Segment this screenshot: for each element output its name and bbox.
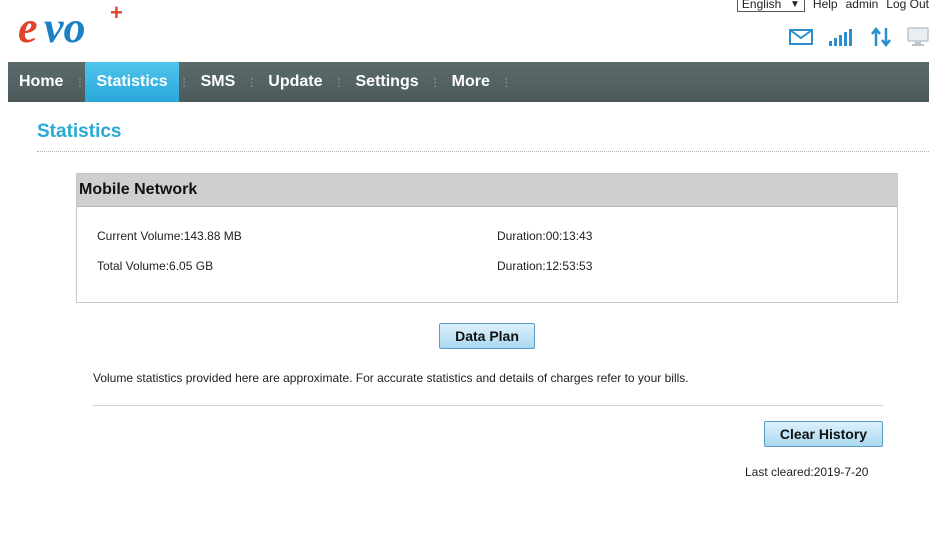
current-duration: Duration:00:13:43 [497,229,593,243]
last-cleared: Last cleared:2019-7-20 [745,465,869,479]
mobile-network-panel: Mobile Network Current Volume:143.88 MB … [76,173,898,303]
computer-icon [907,27,929,47]
page-title: Statistics [37,121,122,142]
admin-link[interactable]: admin [846,0,879,11]
nav-separator: ⋮ [246,76,258,89]
main-nav: Home ⋮ Statistics ⋮ SMS ⋮ Update ⋮ Setti… [8,62,929,102]
top-links: English ▼ Help admin Log Out [736,0,929,12]
nav-update[interactable]: Update [257,62,333,102]
mail-icon[interactable] [789,29,813,45]
language-value: English [741,0,782,11]
evo-logo: e vo + [18,0,138,52]
clear-history-button[interactable]: Clear History [764,421,883,447]
nav-statistics[interactable]: Statistics [85,62,179,102]
data-transfer-icon [871,27,891,47]
chevron-down-icon: ▼ [790,0,800,10]
logout-link[interactable]: Log Out [886,0,929,11]
nav-separator: ⋮ [429,76,441,89]
nav-separator: ⋮ [500,76,512,89]
panel-body: Current Volume:143.88 MB Duration:00:13:… [77,207,897,302]
logo-plus: + [110,2,123,25]
nav-separator: ⋮ [333,76,345,89]
language-select[interactable]: English ▼ [736,0,805,12]
nav-separator: ⋮ [74,76,86,89]
logo-e: e [18,3,38,52]
status-icons [789,24,929,50]
total-volume: Total Volume:6.05 GB [97,259,214,273]
nav-more[interactable]: More [441,62,501,102]
total-duration: Duration:12:53:53 [497,259,593,273]
volume-note: Volume statistics provided here are appr… [93,371,689,385]
nav-home[interactable]: Home [8,62,74,102]
title-divider [37,151,929,152]
signal-strength-icon [829,28,855,46]
panel-title: Mobile Network [77,174,897,207]
logo-vo: vo [44,3,86,52]
help-link[interactable]: Help [813,0,838,11]
nav-separator: ⋮ [178,76,190,89]
current-volume: Current Volume:143.88 MB [97,229,242,243]
data-plan-button[interactable]: Data Plan [439,323,535,349]
nav-sms[interactable]: SMS [190,62,247,102]
nav-settings[interactable]: Settings [345,62,430,102]
divider [93,405,883,406]
